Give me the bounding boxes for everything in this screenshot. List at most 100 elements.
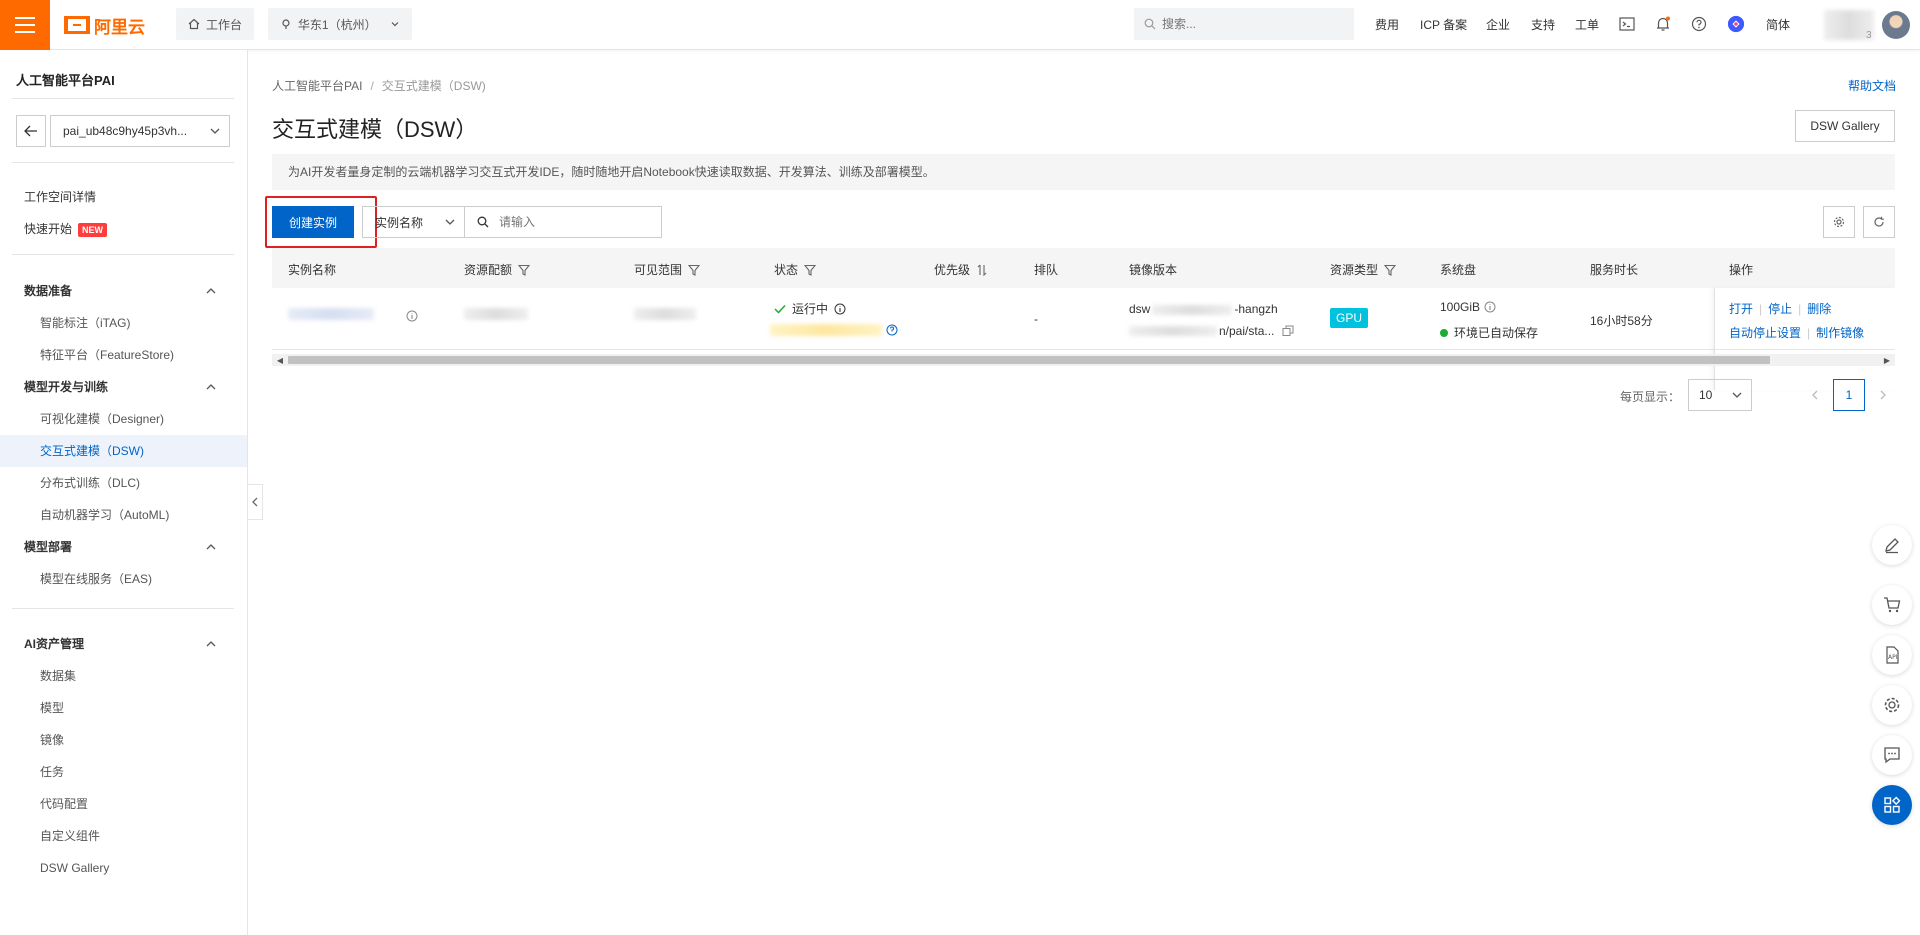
sidebar-item-code-config[interactable]: 代码配置 — [0, 788, 247, 820]
page-size-label: 每页显示： — [1620, 390, 1681, 404]
filter-icon[interactable] — [1384, 264, 1397, 276]
sidebar-item-automl[interactable]: 自动机器学习（AutoML) — [0, 499, 247, 531]
filter-field-select[interactable]: 实例名称 — [362, 206, 464, 238]
sidebar-group-ai-assets[interactable]: AI资产管理 — [0, 628, 247, 660]
avatar[interactable] — [1882, 11, 1910, 39]
sidebar-item-workspace-detail[interactable]: 工作空间详情 — [0, 181, 247, 213]
global-search[interactable] — [1134, 8, 1354, 40]
settings-button[interactable] — [1872, 685, 1912, 725]
column-header-resource-type: 资源类型 — [1330, 261, 1397, 278]
sidebar-item-custom-component[interactable]: 自定义组件 — [0, 820, 247, 852]
group-label: 数据准备 — [24, 284, 73, 298]
workspace-selector[interactable]: pai_ub48c9hy45p3vh... — [50, 115, 230, 147]
duration-value: 16小时58分 — [1590, 314, 1653, 328]
sidebar-item-itag[interactable]: 智能标注（iTAG) — [0, 307, 247, 339]
auto-stop-settings-action[interactable]: 自动停止设置 — [1729, 326, 1801, 340]
column-header-visibility: 可见范围 — [634, 261, 701, 278]
chevron-down-icon — [210, 128, 220, 134]
nav-link-ticket[interactable]: 工单 — [1575, 16, 1599, 33]
sidebar-group-model-dev[interactable]: 模型开发与训练 — [0, 371, 247, 403]
filter-icon[interactable] — [804, 264, 817, 276]
instance-name-redacted[interactable] — [288, 308, 374, 320]
edit-icon — [1885, 538, 1899, 554]
scroll-left-icon[interactable]: ◀ — [274, 354, 286, 366]
copy-icon[interactable] — [1282, 325, 1294, 337]
filter-search-input[interactable] — [499, 215, 649, 229]
feedback-edit-button[interactable] — [1872, 525, 1912, 565]
sidebar-item-dsw-gallery[interactable]: DSW Gallery — [0, 852, 247, 884]
cart-button[interactable] — [1872, 585, 1912, 625]
next-page-button[interactable] — [1867, 379, 1899, 411]
language-switch[interactable]: 简体 — [1766, 16, 1790, 33]
create-image-action[interactable]: 制作镜像 — [1816, 326, 1864, 340]
notification-bell-icon[interactable] — [1654, 15, 1672, 33]
status-dot-icon — [1440, 328, 1448, 337]
terminal-icon[interactable] — [1618, 15, 1636, 33]
ai-assistant-icon[interactable] — [1727, 15, 1745, 33]
apps-grid-button[interactable] — [1872, 785, 1912, 825]
top-navigation-bar: 阿里云 工作台 华东1（杭州） 费用 ICP 备案 企业 支持 工单 简体 3 — [0, 0, 1920, 50]
region-selector[interactable]: 华东1（杭州） — [268, 8, 412, 40]
back-button[interactable] — [16, 115, 46, 147]
page-button-1[interactable]: 1 — [1833, 379, 1865, 411]
sidebar-item-featurestore[interactable]: 特征平台（FeatureStore) — [0, 339, 247, 371]
status-cell: 运行中 — [774, 300, 846, 317]
chevron-right-icon — [1880, 390, 1886, 400]
scroll-right-icon[interactable]: ▶ — [1881, 354, 1893, 366]
refresh-button[interactable] — [1863, 206, 1895, 238]
filter-search-box[interactable] — [464, 206, 662, 238]
chat-button[interactable] — [1872, 735, 1912, 775]
nav-link-billing[interactable]: 费用 — [1375, 16, 1399, 33]
filter-icon[interactable] — [688, 264, 701, 276]
nav-link-support[interactable]: 支持 — [1531, 16, 1555, 33]
question-icon[interactable] — [886, 324, 898, 336]
info-icon[interactable] — [1484, 301, 1496, 313]
sidebar-item-designer[interactable]: 可视化建模（Designer) — [0, 403, 247, 435]
sidebar-item-dsw[interactable]: 交互式建模（DSW) — [0, 435, 247, 467]
sidebar-item-eas[interactable]: 模型在线服务（EAS) — [0, 563, 247, 595]
delete-action[interactable]: 删除 — [1807, 302, 1831, 316]
search-icon — [1144, 18, 1156, 30]
dsw-gallery-button[interactable]: DSW Gallery — [1795, 110, 1895, 142]
sidebar-item-dlc[interactable]: 分布式训练（DLC) — [0, 467, 247, 499]
sidebar-group-data-prep[interactable]: 数据准备 — [0, 275, 247, 307]
page-size-select[interactable]: 10 — [1688, 379, 1752, 411]
aliyun-logo[interactable]: 阿里云 — [64, 13, 145, 37]
help-question-icon[interactable] — [1690, 15, 1708, 33]
sidebar-item-model[interactable]: 模型 — [0, 692, 247, 724]
workbench-button[interactable]: 工作台 — [176, 8, 255, 40]
sidebar-collapse-button[interactable] — [247, 484, 263, 520]
sort-icon[interactable] — [976, 264, 988, 276]
info-icon[interactable] — [406, 310, 418, 322]
sidebar-group-deploy[interactable]: 模型部署 — [0, 531, 247, 563]
sidebar-item-dataset[interactable]: 数据集 — [0, 660, 247, 692]
location-pin-icon — [282, 19, 290, 29]
column-header-quota: 资源配额 — [464, 261, 531, 278]
horizontal-scrollbar[interactable]: ◀ ▶ — [272, 354, 1895, 366]
sidebar-item-task[interactable]: 任务 — [0, 756, 247, 788]
open-action[interactable]: 打开 — [1729, 302, 1753, 316]
help-docs-link[interactable]: 帮助文档 — [1848, 77, 1896, 94]
sidebar-item-image[interactable]: 镜像 — [0, 724, 247, 756]
info-icon[interactable] — [834, 303, 846, 315]
stop-action[interactable]: 停止 — [1768, 302, 1792, 316]
queue-value: - — [1034, 312, 1038, 326]
group-label: AI资产管理 — [24, 637, 85, 651]
breadcrumb-item-pai[interactable]: 人工智能平台PAI — [272, 79, 362, 93]
prev-page-button[interactable] — [1799, 379, 1831, 411]
table-settings-button[interactable] — [1823, 206, 1855, 238]
status-text: 运行中 — [792, 302, 829, 316]
filter-icon[interactable] — [518, 264, 531, 276]
scrollbar-thumb[interactable] — [288, 356, 1770, 364]
create-instance-button[interactable]: 创建实例 — [272, 206, 354, 238]
sidebar: 人工智能平台PAI pai_ub48c9hy45p3vh... 工作空间详情 快… — [0, 50, 248, 935]
nav-link-enterprise[interactable]: 企业 — [1486, 16, 1510, 33]
column-header-system-disk: 系统盘 — [1440, 263, 1477, 277]
divider — [12, 608, 234, 609]
api-button[interactable]: API — [1872, 635, 1912, 675]
menu-icon[interactable] — [0, 0, 50, 50]
sidebar-item-quick-start[interactable]: 快速开始 NEW — [0, 213, 247, 245]
nav-link-icp[interactable]: ICP 备案 — [1420, 16, 1467, 33]
global-search-input[interactable] — [1162, 17, 1322, 31]
group-label: 模型开发与训练 — [24, 380, 109, 394]
